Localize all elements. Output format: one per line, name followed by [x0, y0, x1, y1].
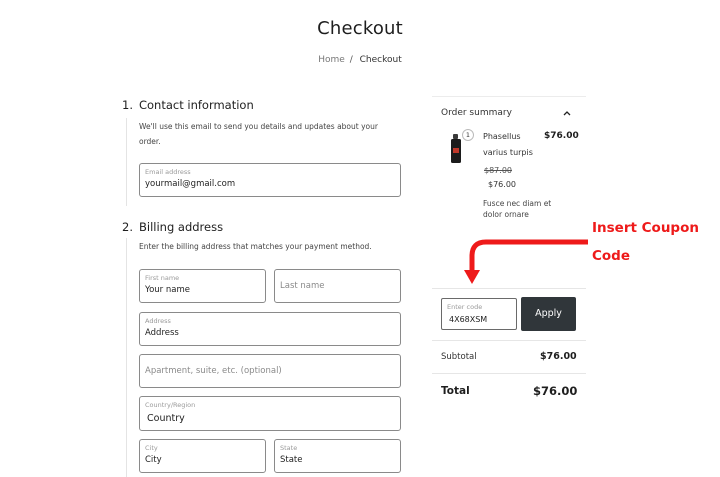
last-name-field[interactable]: Last name [274, 269, 401, 303]
page-title: Checkout [317, 18, 403, 39]
apartment-field[interactable]: Apartment, suite, etc. (optional) [139, 354, 401, 388]
billing-section-number: 2. [122, 220, 133, 234]
first-name-label: First name [145, 274, 180, 282]
billing-section-title: 2. Billing address [122, 220, 223, 234]
annotation-text-line2: Code [592, 248, 631, 264]
coupon-code-label: Enter code [447, 303, 483, 311]
apartment-placeholder: Apartment, suite, etc. (optional) [145, 366, 282, 376]
summary-top-divider [432, 96, 586, 97]
chevron-up-icon[interactable] [563, 110, 571, 116]
product-name: Phasellus varius turpis [483, 132, 533, 157]
first-name-field[interactable]: First name Your name [139, 269, 266, 303]
coupon-code-value: 4X68XSM [449, 315, 488, 324]
email-field-value: yourmail@gmail.com [145, 179, 236, 189]
breadcrumb: Home / Checkout [0, 55, 720, 65]
quantity-badge: 1 [462, 129, 474, 141]
state-select[interactable]: State State [274, 439, 401, 473]
last-name-placeholder: Last name [280, 281, 325, 291]
state-value: State [280, 455, 303, 465]
billing-helper-text: Enter the billing address that matches y… [139, 242, 372, 251]
annotation-text-line1: Insert Coupon [592, 220, 699, 236]
contact-helper-text: We'll use this email to send you details… [139, 122, 378, 146]
subtotal-label: Subtotal [441, 352, 477, 362]
total-value: $76.00 [533, 384, 578, 398]
arrow-down-icon [464, 239, 588, 284]
product-sale-price: $76.00 [488, 180, 516, 189]
city-label: City [145, 444, 158, 452]
email-field[interactable]: Email address yourmail@gmail.com [139, 163, 401, 197]
country-select[interactable]: Country/Region Country [139, 396, 401, 431]
contact-section-number: 1. [122, 98, 133, 112]
breadcrumb-current: Checkout [359, 55, 402, 65]
breadcrumb-separator: / [349, 55, 353, 65]
country-value: Country [147, 413, 185, 424]
order-summary-title[interactable]: Order summary [441, 108, 512, 118]
state-label: State [280, 444, 298, 452]
breadcrumb-home-link[interactable]: Home [318, 55, 345, 65]
address-field[interactable]: Address Address [139, 312, 401, 346]
product-price: $76.00 [544, 131, 579, 141]
contact-section-line [126, 118, 127, 206]
address-value: Address [145, 328, 179, 338]
total-top-divider [432, 373, 586, 374]
contact-section-title: 1. Contact information [122, 98, 254, 112]
contact-section-label: Contact information [138, 98, 254, 112]
address-label: Address [145, 317, 171, 325]
first-name-value: Your name [145, 285, 190, 295]
billing-section-label: Billing address [138, 220, 224, 234]
email-field-label: Email address [145, 168, 191, 176]
product-description: Fusce nec diam et dolor ornare [483, 199, 552, 219]
city-value: City [145, 455, 162, 465]
apply-coupon-button[interactable]: Apply [521, 297, 576, 331]
total-label: Total [441, 385, 470, 397]
city-field[interactable]: City City [139, 439, 266, 473]
country-label: Country/Region [145, 401, 196, 409]
subtotal-value: $76.00 [540, 351, 577, 362]
subtotal-top-divider [432, 340, 586, 341]
coupon-code-input[interactable]: Enter code 4X68XSM [441, 298, 517, 330]
product-old-price: $87.00 [484, 166, 512, 175]
billing-section-line [126, 238, 127, 477]
